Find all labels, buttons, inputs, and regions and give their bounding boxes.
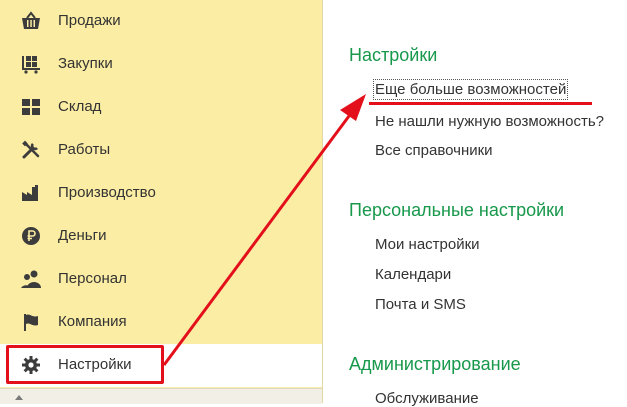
sidebar-item-label: Работы: [58, 141, 111, 158]
section-title-settings: Настройки: [349, 45, 438, 65]
sidebar-item-label: Деньги: [58, 227, 107, 244]
sidebar-item-personnel[interactable]: Персонал: [0, 258, 322, 301]
sidebar-item-label: Закупки: [58, 55, 113, 72]
sidebar-item-label: Компания: [58, 313, 127, 330]
scroll-down-strip[interactable]: [0, 388, 322, 404]
annotation-underline: [369, 102, 592, 105]
warehouse-grid-icon: [21, 97, 41, 117]
sidebar: Продажи Закупки Склад Работы Производств…: [0, 0, 323, 404]
factory-icon: [21, 183, 41, 203]
chevron-up-icon: [15, 395, 23, 400]
sidebar-item-sales[interactable]: Продажи: [0, 0, 322, 43]
link-more-features[interactable]: Еще больше возможностей: [372, 79, 569, 100]
tools-icon: [21, 140, 41, 160]
sidebar-item-purchases[interactable]: Закупки: [0, 43, 322, 86]
sidebar-item-label: Склад: [58, 98, 102, 115]
section-title-administration: Администрирование: [349, 354, 521, 374]
sidebar-item-company[interactable]: Компания: [0, 301, 322, 344]
cart-icon: [21, 54, 41, 74]
people-icon: [21, 269, 41, 289]
ruble-coin-icon: [21, 226, 41, 246]
annotation-highlight-box: [6, 345, 164, 384]
sidebar-item-works[interactable]: Работы: [0, 129, 322, 172]
sidebar-item-label: Производство: [58, 184, 156, 201]
sidebar-item-production[interactable]: Производство: [0, 172, 322, 215]
flag-icon: [21, 312, 41, 332]
link-maintenance[interactable]: Обслуживание: [375, 390, 479, 407]
basket-icon: [21, 11, 41, 31]
section-title-personal-settings: Персональные настройки: [349, 200, 565, 220]
link-feature-not-found[interactable]: Не нашли нужную возможность?: [375, 113, 604, 130]
link-my-settings[interactable]: Мои настройки: [375, 236, 480, 253]
link-mail-sms[interactable]: Почта и SMS: [375, 296, 466, 313]
link-calendars[interactable]: Календари: [375, 266, 451, 283]
sidebar-item-label: Продажи: [58, 12, 121, 29]
sidebar-item-label: Персонал: [58, 270, 127, 287]
link-all-catalogs[interactable]: Все справочники: [375, 142, 493, 159]
sidebar-item-warehouse[interactable]: Склад: [0, 86, 322, 129]
sidebar-item-money[interactable]: Деньги: [0, 215, 322, 258]
